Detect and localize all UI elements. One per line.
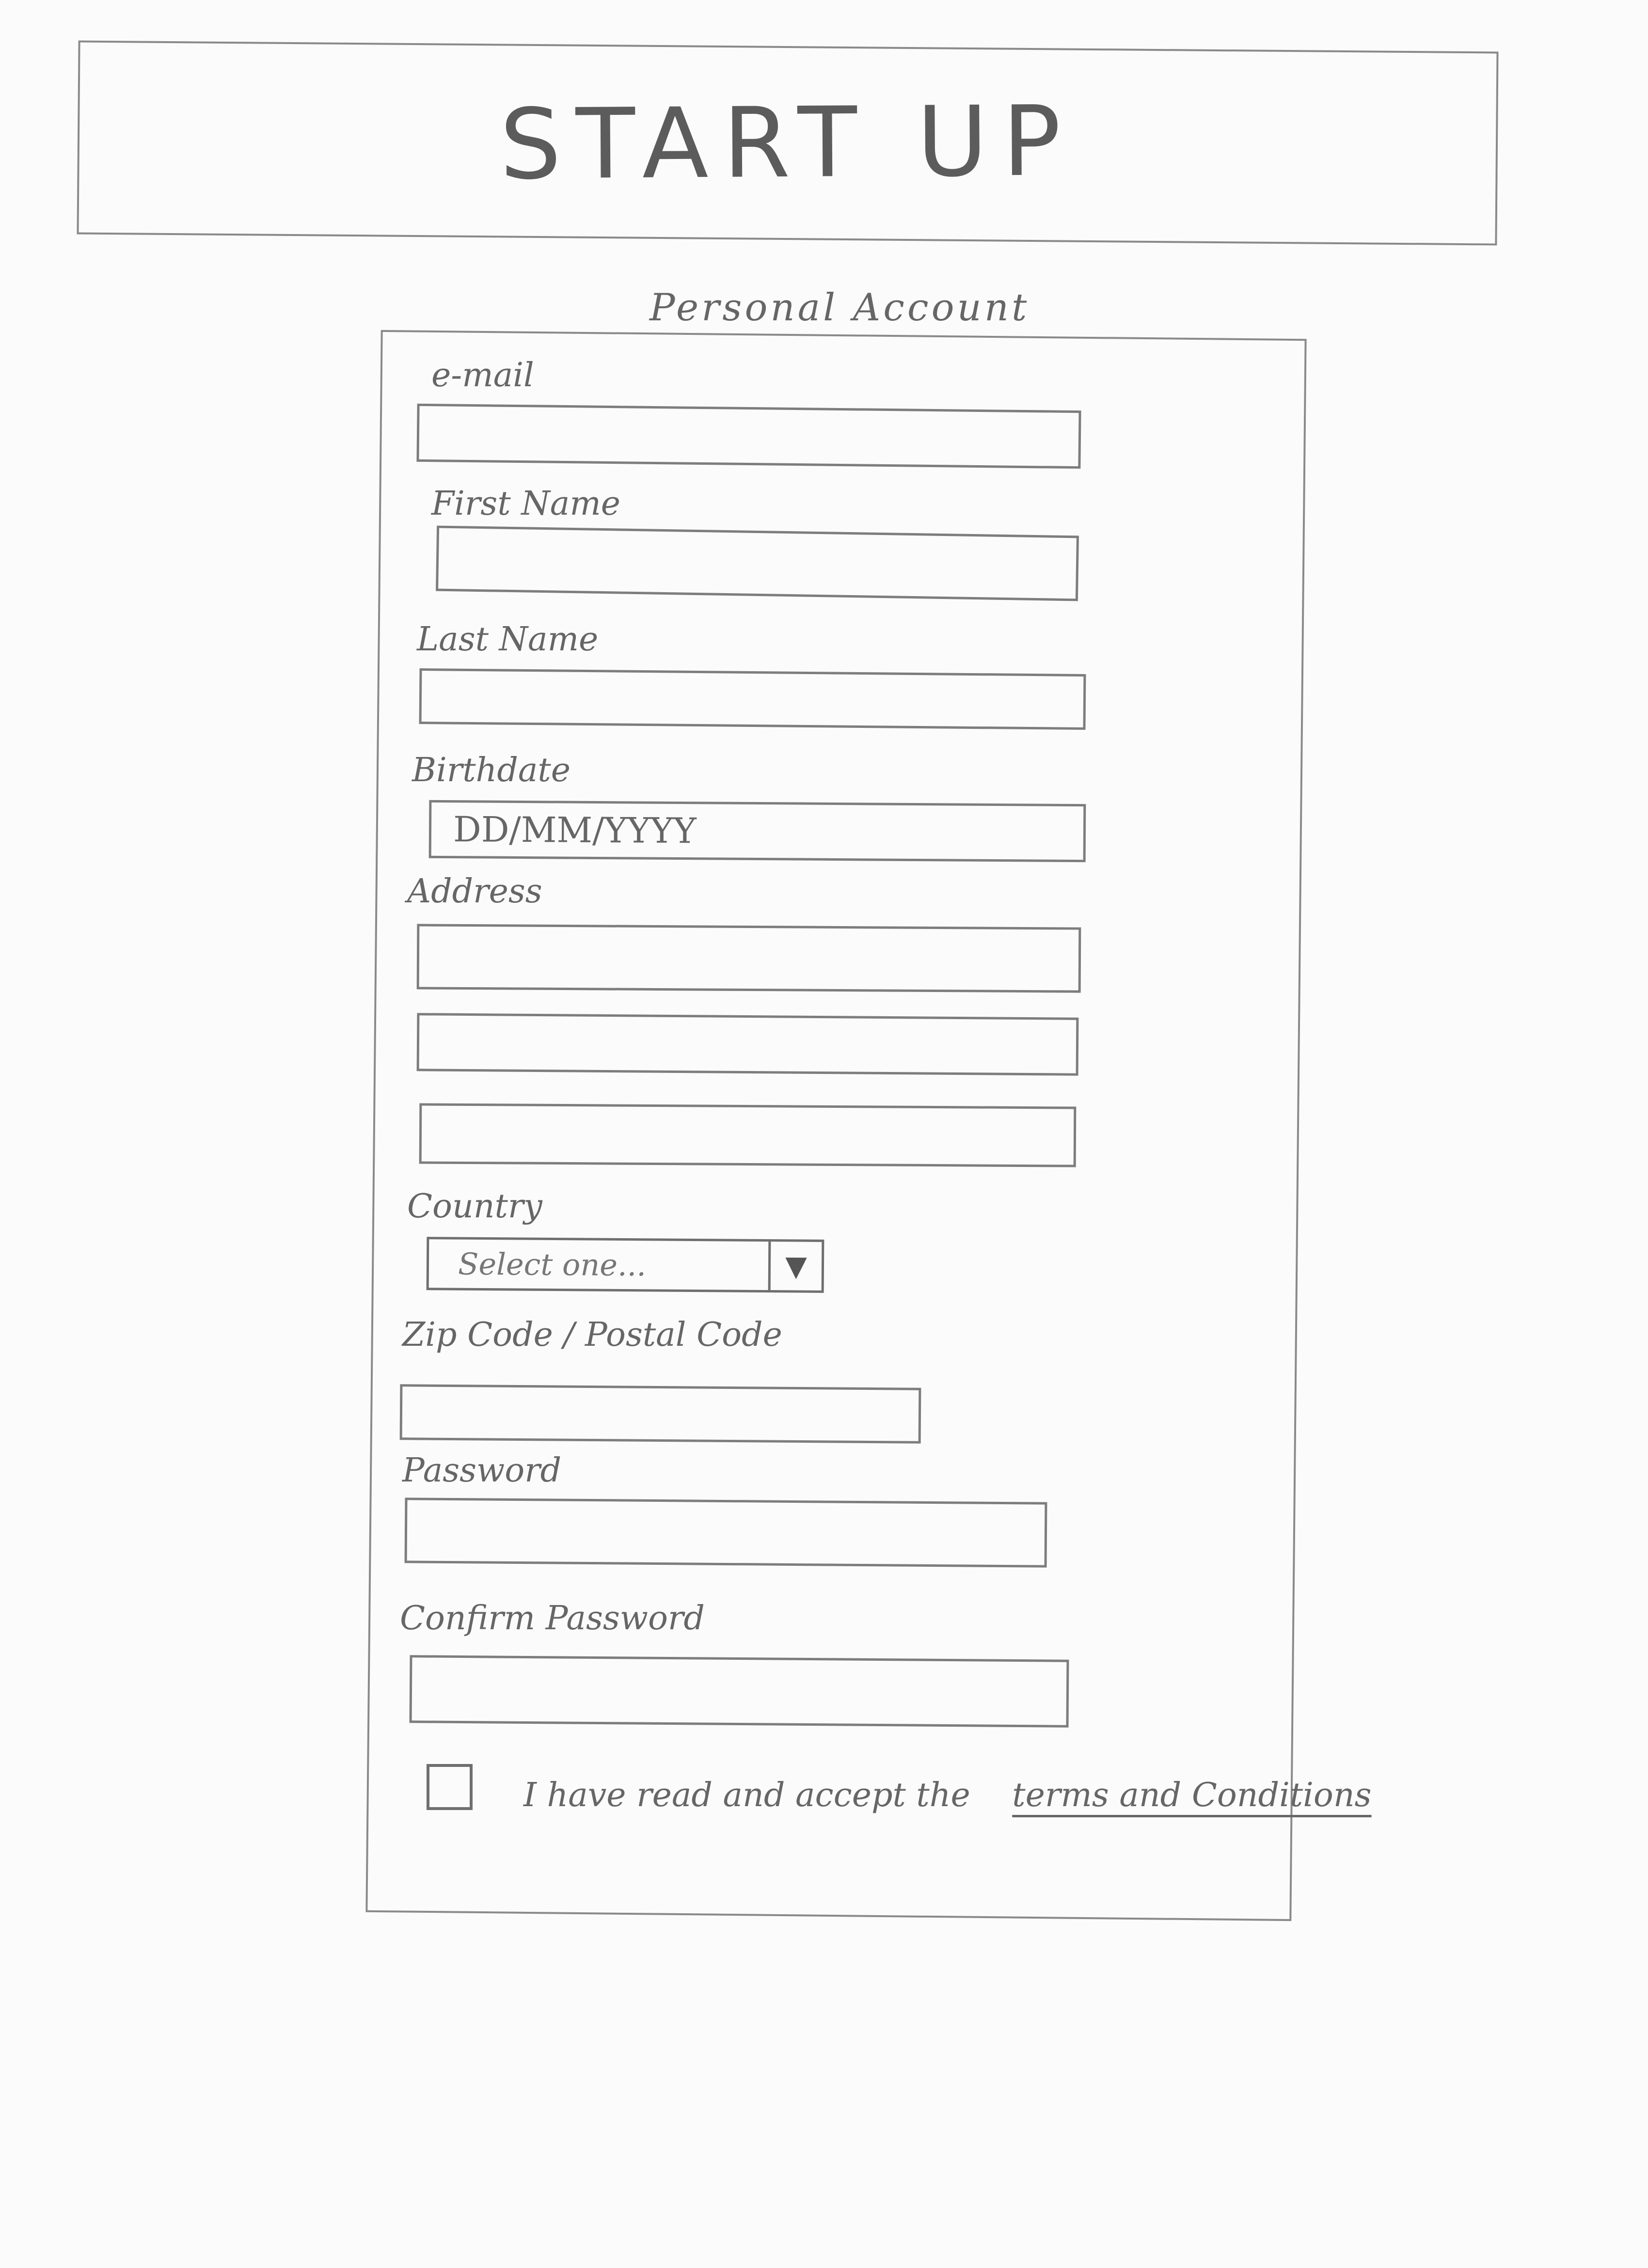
email-field[interactable] [416,403,1081,469]
terms-checkbox[interactable] [427,1764,473,1810]
birthdate-field[interactable]: DD/MM/YYYY [428,800,1086,863]
section-title: Personal Account [650,286,1030,330]
confirm-password-label: Confirm Password [400,1599,705,1638]
zip-field[interactable] [399,1384,921,1444]
confirm-password-field[interactable] [409,1655,1069,1728]
country-select[interactable]: Select one... ▼ [426,1237,824,1293]
country-label: Country [407,1187,542,1226]
password-field[interactable] [404,1497,1047,1568]
password-label: Password [402,1451,562,1490]
app-title: START UP [499,84,1076,202]
zip-label: Zip Code / Postal Code [402,1316,782,1354]
birthdate-label: Birthdate [412,751,570,789]
terms-statement: I have read and accept the terms and Con… [523,1776,1372,1814]
address-line-1-field[interactable] [416,924,1081,993]
last-name-label: Last Name [417,620,599,659]
terms-link[interactable]: terms and Conditions [1012,1776,1371,1814]
app-header: START UP [77,40,1499,246]
address-line-2-field[interactable] [416,1013,1079,1076]
email-label: e-mail [431,356,534,394]
first-name-field[interactable] [436,525,1079,601]
first-name-label: First Name [431,485,621,523]
terms-text: I have read and accept the [523,1776,970,1814]
last-name-field[interactable] [419,668,1086,730]
address-line-3-field[interactable] [419,1103,1077,1167]
chevron-down-icon[interactable]: ▼ [768,1242,822,1291]
country-selected-value: Select one... [458,1246,647,1283]
address-label: Address [407,872,542,911]
